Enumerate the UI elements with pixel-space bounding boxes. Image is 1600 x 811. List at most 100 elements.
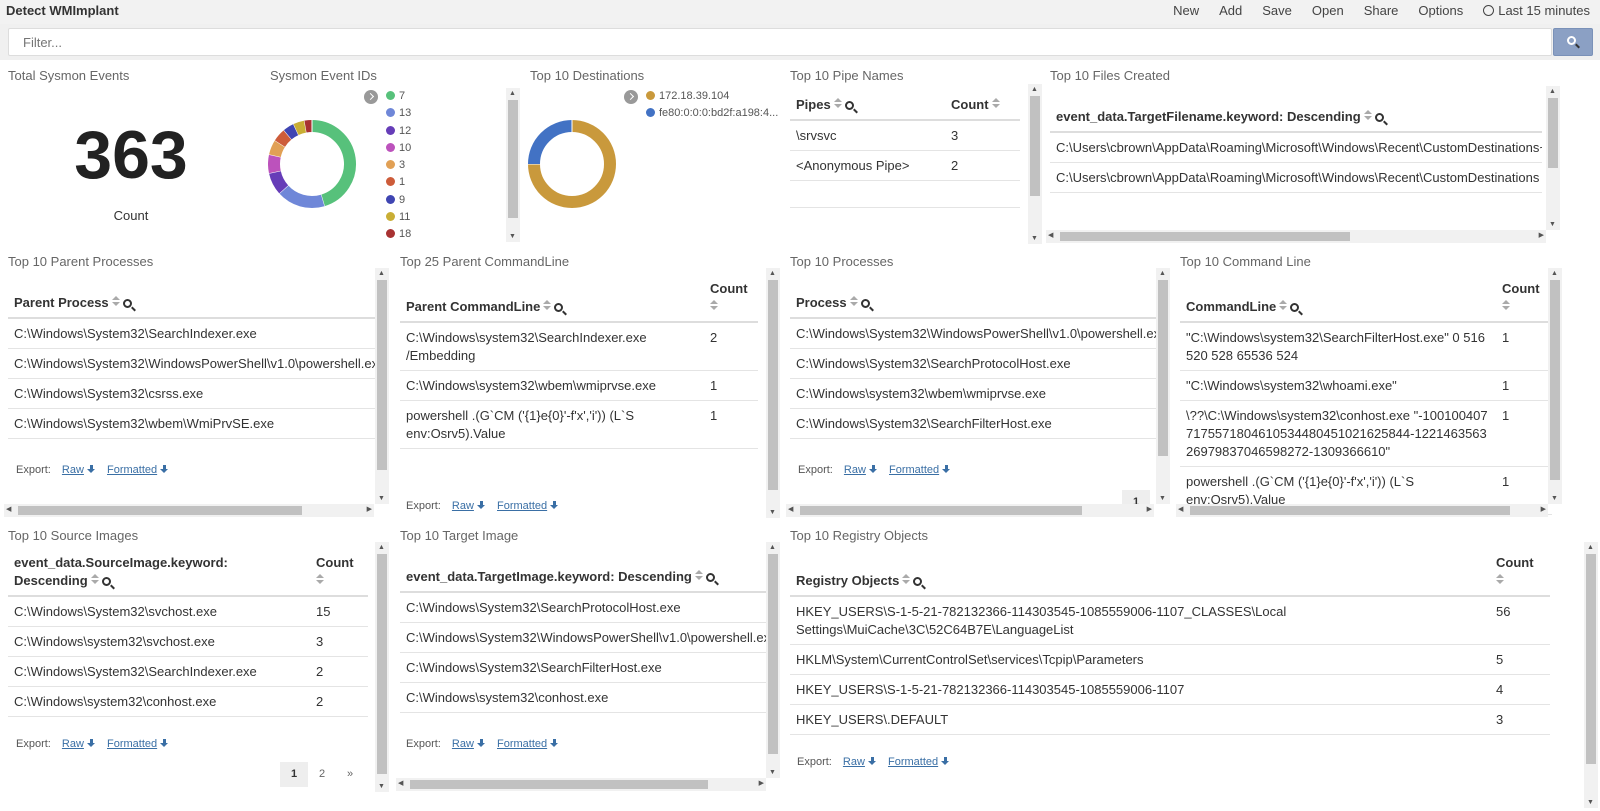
- column-header-count[interactable]: Count: [1496, 274, 1552, 323]
- export-raw-link[interactable]: Raw: [844, 464, 878, 476]
- column-header-process[interactable]: Process: [790, 288, 1158, 319]
- legend-item[interactable]: fe80:0:0:0:bd2f:a198:4...: [646, 107, 778, 124]
- donut-slice[interactable]: [279, 185, 325, 208]
- filter-icon[interactable]: [860, 299, 870, 308]
- sort-icon[interactable]: [1502, 300, 1510, 312]
- legend-toggle-icon[interactable]: [624, 90, 638, 104]
- page-button[interactable]: 1: [1122, 490, 1150, 504]
- export-formatted-link[interactable]: Formatted: [889, 464, 951, 476]
- menu-add[interactable]: Add: [1219, 3, 1242, 18]
- sort-icon[interactable]: [833, 98, 842, 110]
- legend-toggle-icon[interactable]: [364, 90, 378, 104]
- menu-options[interactable]: Options: [1418, 3, 1463, 18]
- filter-icon[interactable]: [101, 577, 111, 586]
- column-header-registry-objects[interactable]: Registry Objects: [790, 548, 1490, 597]
- legend-item[interactable]: 3: [386, 159, 411, 176]
- column-header-count[interactable]: Count: [945, 90, 1020, 121]
- sort-icon[interactable]: [694, 570, 703, 582]
- column-header-count[interactable]: Count: [704, 274, 758, 323]
- export-raw-link[interactable]: Raw: [62, 738, 96, 750]
- sort-icon[interactable]: [902, 574, 911, 586]
- export-raw-link[interactable]: Raw: [452, 738, 486, 750]
- legend-item[interactable]: 11: [386, 211, 411, 228]
- menu-save[interactable]: Save: [1262, 3, 1292, 18]
- filter-icon[interactable]: [913, 577, 923, 586]
- column-header-pipes[interactable]: Pipes: [790, 90, 945, 121]
- legend-item[interactable]: 1: [386, 176, 411, 193]
- export-raw-link[interactable]: Raw: [452, 500, 486, 512]
- sort-icon[interactable]: [1363, 110, 1372, 122]
- export-formatted-link[interactable]: Formatted: [497, 738, 559, 750]
- legend-scrollbar[interactable]: ▲ ▼: [506, 88, 520, 242]
- sort-icon[interactable]: [543, 300, 552, 312]
- vertical-scrollbar[interactable]: ▲ ▼: [1546, 86, 1560, 230]
- export-formatted-link[interactable]: Formatted: [497, 500, 559, 512]
- column-header-target-image[interactable]: event_data.TargetImage.keyword: Descendi…: [400, 562, 766, 593]
- legend-item[interactable]: 10: [386, 142, 411, 159]
- menu-share[interactable]: Share: [1364, 3, 1399, 18]
- donut-slice[interactable]: [283, 124, 299, 140]
- sort-icon[interactable]: [90, 574, 99, 586]
- horizontal-scrollbar[interactable]: ◀ ▶: [786, 504, 1154, 517]
- column-header-count[interactable]: Count: [1490, 548, 1550, 597]
- next-page-button[interactable]: »: [336, 762, 364, 787]
- sort-icon[interactable]: [710, 300, 718, 312]
- donut-slice[interactable]: [528, 120, 573, 165]
- legend-item[interactable]: 7: [386, 90, 411, 107]
- column-header-commandline[interactable]: CommandLine: [1180, 274, 1496, 323]
- filter-icon[interactable]: [844, 101, 854, 110]
- filter-input[interactable]: [8, 28, 1552, 56]
- donut-slice[interactable]: [274, 130, 292, 148]
- filter-icon[interactable]: [122, 299, 132, 308]
- donut-slice[interactable]: [269, 140, 286, 158]
- vertical-scrollbar[interactable]: ▲ ▼: [375, 268, 389, 504]
- export-raw-link[interactable]: Raw: [62, 464, 96, 476]
- time-picker[interactable]: Last 15 minutes: [1483, 3, 1590, 18]
- export-formatted-link[interactable]: Formatted: [107, 464, 169, 476]
- sort-icon[interactable]: [111, 296, 120, 308]
- column-header-count[interactable]: Count: [310, 548, 368, 597]
- vertical-scrollbar[interactable]: ▲ ▼: [1028, 84, 1042, 244]
- donut-slice[interactable]: [293, 120, 307, 136]
- filter-icon[interactable]: [1290, 303, 1300, 312]
- page-button[interactable]: 1: [280, 762, 308, 787]
- vertical-scrollbar[interactable]: ▲ ▼: [1156, 268, 1170, 504]
- export-formatted-link[interactable]: Formatted: [888, 756, 950, 768]
- donut-slice[interactable]: [268, 170, 289, 194]
- column-header-parent-process[interactable]: Parent Process: [8, 288, 382, 319]
- vertical-scrollbar[interactable]: ▲ ▼: [1584, 542, 1598, 808]
- horizontal-scrollbar[interactable]: ◀ ▶: [396, 778, 766, 791]
- donut-slice[interactable]: [268, 154, 281, 174]
- vertical-scrollbar[interactable]: ▲ ▼: [1548, 268, 1562, 504]
- export-raw-link[interactable]: Raw: [843, 756, 877, 768]
- filter-icon[interactable]: [554, 303, 564, 312]
- column-header-filename[interactable]: event_data.TargetFilename.keyword: Desce…: [1050, 102, 1542, 133]
- sort-icon[interactable]: [316, 574, 324, 586]
- donut-slice[interactable]: [304, 120, 313, 133]
- horizontal-scrollbar[interactable]: ◀ ▶: [1176, 504, 1548, 517]
- vertical-scrollbar[interactable]: ▲ ▼: [766, 268, 780, 518]
- page-button[interactable]: 2: [308, 762, 336, 787]
- search-button[interactable]: [1553, 28, 1593, 56]
- filter-icon[interactable]: [1374, 113, 1384, 122]
- column-header-source-image[interactable]: event_data.SourceImage.keyword: Descendi…: [8, 548, 310, 597]
- column-header-parent-commandline[interactable]: Parent CommandLine: [400, 274, 704, 323]
- legend-item[interactable]: 9: [386, 194, 411, 211]
- legend-item[interactable]: 12: [386, 125, 411, 142]
- export-formatted-link[interactable]: Formatted: [107, 738, 169, 750]
- horizontal-scrollbar[interactable]: ◀ ▶: [1046, 230, 1546, 243]
- donut-slice[interactable]: [311, 120, 356, 207]
- legend-item[interactable]: 13: [386, 107, 411, 124]
- filter-icon[interactable]: [705, 573, 715, 582]
- sort-icon[interactable]: [991, 98, 1000, 110]
- vertical-scrollbar[interactable]: ▲ ▼: [375, 542, 389, 792]
- legend-item[interactable]: 18: [386, 228, 411, 245]
- sort-icon[interactable]: [1279, 300, 1288, 312]
- menu-open[interactable]: Open: [1312, 3, 1344, 18]
- menu-new[interactable]: New: [1173, 3, 1199, 18]
- sort-icon[interactable]: [849, 296, 858, 308]
- sort-icon[interactable]: [1496, 574, 1504, 586]
- horizontal-scrollbar[interactable]: ◀ ▶: [4, 504, 374, 517]
- vertical-scrollbar[interactable]: ▲ ▼: [766, 542, 780, 778]
- legend-item[interactable]: 172.18.39.104: [646, 90, 778, 107]
